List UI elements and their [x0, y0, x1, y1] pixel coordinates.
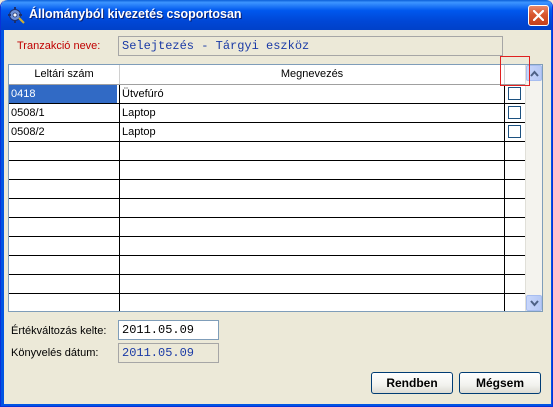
- row-checkbox[interactable]: [508, 125, 521, 138]
- item-name-text: Laptop: [122, 126, 156, 138]
- transaction-label: Tranzakció neve:: [17, 40, 101, 52]
- cell-inventory-number[interactable]: [9, 199, 120, 217]
- cell-select[interactable]: [505, 142, 527, 160]
- cell-select[interactable]: [505, 275, 527, 293]
- cell-name[interactable]: [120, 256, 505, 274]
- cell-name[interactable]: [120, 275, 505, 293]
- table-row[interactable]: [9, 275, 527, 294]
- row-checkbox[interactable]: [508, 87, 521, 100]
- scroll-up-icon: [530, 70, 539, 77]
- cell-inventory-number[interactable]: 0508/2: [9, 123, 120, 141]
- cell-name[interactable]: Ütvefúró: [120, 85, 505, 103]
- inventory-number-text: 0418: [9, 85, 117, 103]
- cell-inventory-number[interactable]: [9, 275, 120, 293]
- table-row[interactable]: [9, 237, 527, 256]
- table-row[interactable]: 0418 Ütvefúró: [9, 85, 527, 104]
- cell-select[interactable]: [505, 199, 527, 217]
- cell-inventory-number[interactable]: [9, 180, 120, 198]
- cell-inventory-number[interactable]: [9, 218, 120, 236]
- cell-select[interactable]: [505, 256, 527, 274]
- table-row[interactable]: [9, 142, 527, 161]
- cell-inventory-number[interactable]: 0418: [9, 85, 120, 103]
- cell-select[interactable]: [505, 237, 527, 255]
- row-checkbox[interactable]: [508, 106, 521, 119]
- items-grid: Leltári szám Megnevezés 0418 Ütvefúró 0508…: [8, 64, 543, 312]
- table-row[interactable]: [9, 294, 527, 311]
- cell-inventory-number[interactable]: [9, 142, 120, 160]
- cell-name[interactable]: [120, 142, 505, 160]
- cell-inventory-number[interactable]: [9, 294, 120, 311]
- transaction-name-field: Selejtezés - Tárgyi eszköz: [118, 36, 503, 56]
- table-row[interactable]: [9, 218, 527, 237]
- item-name-text: Laptop: [122, 107, 156, 119]
- inventory-number-text: 0508/1: [11, 107, 45, 119]
- cell-name[interactable]: [120, 180, 505, 198]
- cell-select[interactable]: [505, 161, 527, 179]
- cell-inventory-number[interactable]: 0508/1: [9, 104, 120, 122]
- scroll-down-icon: [530, 300, 539, 307]
- cancel-button[interactable]: Mégsem: [459, 372, 541, 394]
- dialog-window: Állományból kivezetés csoportosan Tranza…: [0, 0, 553, 407]
- cell-name[interactable]: [120, 199, 505, 217]
- cell-select[interactable]: [505, 85, 527, 103]
- cell-inventory-number[interactable]: [9, 161, 120, 179]
- grid-header: Leltári szám Megnevezés: [9, 65, 527, 85]
- select-column-highlight: [500, 56, 530, 86]
- value-change-date-input[interactable]: 2011.05.09: [118, 320, 219, 340]
- cell-name[interactable]: [120, 294, 505, 311]
- cell-inventory-number[interactable]: [9, 256, 120, 274]
- title-bar[interactable]: Állományból kivezetés csoportosan: [1, 0, 552, 30]
- cell-name[interactable]: Laptop: [120, 104, 505, 122]
- table-row[interactable]: [9, 180, 527, 199]
- table-row[interactable]: 0508/1 Laptop: [9, 104, 527, 123]
- ok-button[interactable]: Rendben: [371, 372, 453, 394]
- vertical-scrollbar[interactable]: [525, 65, 542, 311]
- grid-rows: 0418 Ütvefúró 0508/1 Laptop 0508/2 Laptop: [9, 85, 527, 311]
- posting-date-label: Könyvelés dátum:: [11, 347, 99, 359]
- cell-name[interactable]: Laptop: [120, 123, 505, 141]
- table-row[interactable]: [9, 256, 527, 275]
- table-row[interactable]: 0508/2 Laptop: [9, 123, 527, 142]
- table-row[interactable]: [9, 199, 527, 218]
- cell-inventory-number[interactable]: [9, 237, 120, 255]
- cell-select[interactable]: [505, 294, 527, 311]
- inventory-number-text: 0508/2: [11, 126, 45, 138]
- window-title: Állományból kivezetés csoportosan: [29, 7, 242, 21]
- cell-select[interactable]: [505, 123, 527, 141]
- table-row[interactable]: [9, 161, 527, 180]
- cell-name[interactable]: [120, 237, 505, 255]
- cell-select[interactable]: [505, 180, 527, 198]
- cell-name[interactable]: [120, 161, 505, 179]
- scroll-down-button[interactable]: [526, 295, 542, 311]
- column-header-name[interactable]: Megnevezés: [120, 65, 505, 84]
- close-icon: [533, 10, 544, 21]
- cell-select[interactable]: [505, 218, 527, 236]
- cell-select[interactable]: [505, 104, 527, 122]
- item-name-text: Ütvefúró: [122, 88, 164, 100]
- posting-date-field: 2011.05.09: [118, 343, 219, 363]
- column-header-inventory-number[interactable]: Leltári szám: [9, 65, 120, 84]
- cell-name[interactable]: [120, 218, 505, 236]
- value-change-date-label: Értékváltozás kelte:: [11, 325, 107, 337]
- close-button[interactable]: [528, 5, 549, 26]
- gear-app-icon[interactable]: [7, 6, 25, 24]
